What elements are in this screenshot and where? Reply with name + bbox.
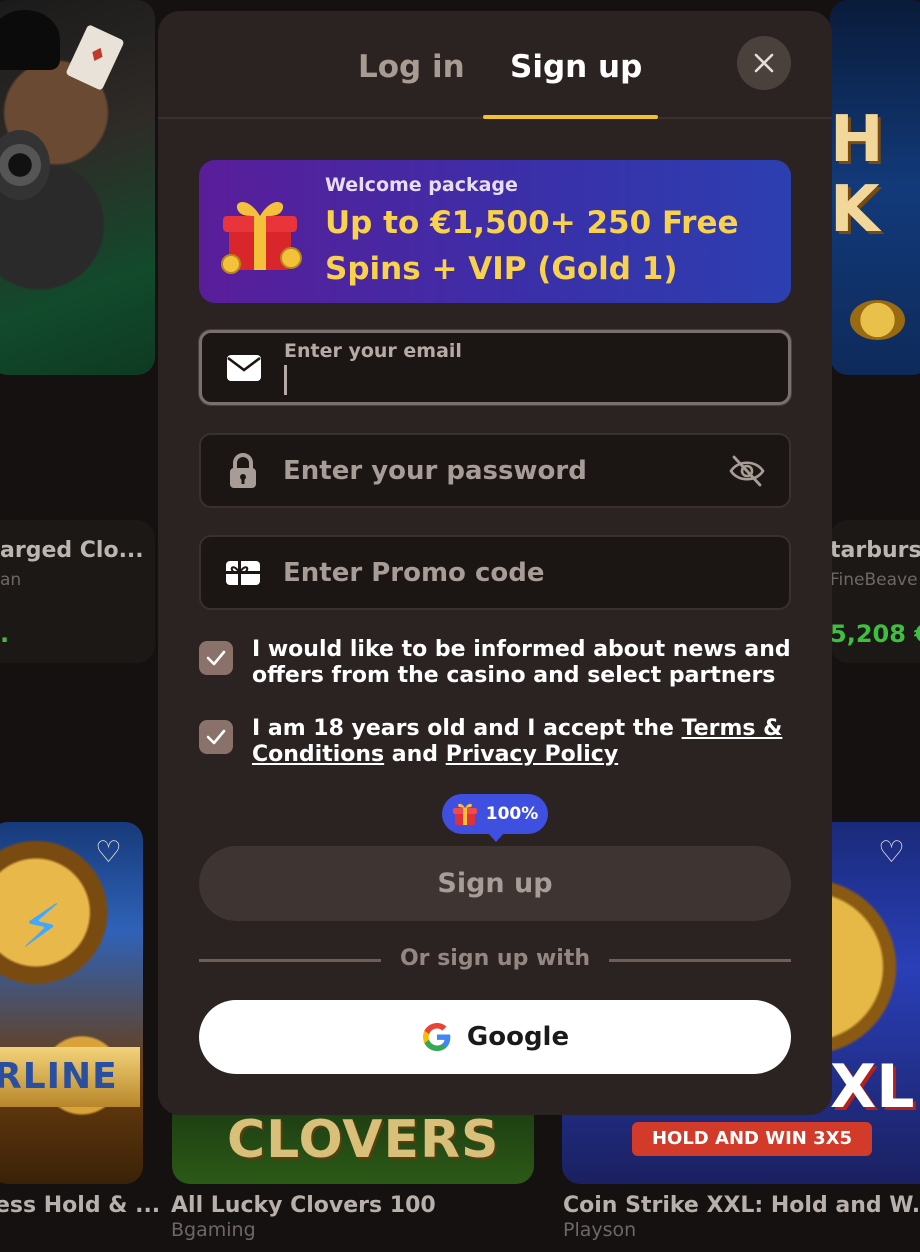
bonus-badge-text: 100%	[485, 804, 539, 824]
text-caret	[284, 365, 287, 395]
game-jackpot: 5,208 €	[830, 620, 920, 648]
welcome-package-banner: Welcome package Up to €1,500+ 250 Free S…	[199, 160, 791, 303]
consent-news-text: I would like to be informed about news a…	[252, 637, 791, 688]
welcome-label: Welcome package	[325, 174, 518, 196]
envelope-icon	[226, 350, 262, 386]
bonus-badge: 100%	[442, 794, 548, 842]
gift-icon	[217, 188, 307, 278]
privacy-link[interactable]: Privacy Policy	[446, 742, 618, 767]
consent-terms-checkbox[interactable]	[199, 720, 233, 754]
tile-title-art: CLOVERS	[227, 1110, 500, 1170]
consent-terms-prefix: I am 18 years old and I accept the	[252, 716, 682, 741]
consent-terms-middle: and	[384, 742, 446, 767]
signup-modal: Log in Sign up Welcome package Up to €1,…	[158, 11, 832, 1115]
lightning-icon: ⚡	[20, 892, 63, 962]
social-divider: Or sign up with	[199, 944, 791, 978]
game-provider: FineBeave	[830, 570, 918, 590]
tile-title-art: XL	[830, 1052, 915, 1122]
divider-line-right	[609, 959, 791, 962]
consent-terms-text: I am 18 years old and I accept the Terms…	[252, 716, 792, 768]
consent-terms-row: I am 18 years old and I accept the Terms…	[199, 716, 791, 772]
email-label: Enter your email	[284, 340, 462, 362]
promo-ticket-icon	[225, 555, 261, 591]
game-tile-lightning[interactable]: ⚡ RLINE	[0, 822, 143, 1184]
playing-card	[65, 24, 125, 91]
heart-icon[interactable]: ♡	[95, 838, 125, 868]
check-icon	[206, 729, 226, 745]
tile-subtitle-art: HOLD AND WIN 3X5	[632, 1122, 872, 1156]
promo-code-field[interactable]: Enter Promo code	[199, 535, 791, 610]
google-signup-label: Google	[466, 1022, 570, 1052]
email-field[interactable]: Enter your email	[199, 330, 791, 405]
eye-off-icon[interactable]	[727, 451, 767, 491]
google-signup-button[interactable]: Google	[199, 1000, 791, 1074]
game-info-card-left[interactable]: arged Clo... an .	[0, 520, 155, 663]
tile-title-art: H K	[830, 103, 884, 247]
tab-login[interactable]: Log in	[358, 49, 465, 85]
game-info-card-right[interactable]: tarburst FineBeave 5,208 €	[830, 520, 920, 663]
promo-placeholder: Enter Promo code	[283, 557, 545, 588]
game-title: tarburst	[830, 538, 920, 563]
close-button[interactable]	[737, 36, 791, 90]
consent-news-checkbox[interactable]	[199, 641, 233, 675]
close-icon	[754, 53, 774, 73]
game-title: arged Clo...	[0, 538, 144, 563]
game-provider: an	[0, 570, 22, 590]
game-name[interactable]: All Lucky Clovers 100	[171, 1193, 436, 1218]
tile-title-art: RLINE	[0, 1047, 140, 1107]
gun-barrel	[0, 130, 50, 200]
heart-icon[interactable]: ♡	[878, 838, 908, 868]
password-field[interactable]: Enter your password	[199, 433, 791, 508]
coin-shape	[850, 300, 905, 340]
signup-submit-label: Sign up	[437, 868, 553, 899]
game-provider: Bgaming	[171, 1219, 256, 1241]
game-tile-right-top[interactable]: H K	[830, 0, 920, 375]
password-placeholder: Enter your password	[283, 455, 587, 486]
auth-tabs: Log in Sign up	[158, 11, 832, 119]
welcome-offer: Up to €1,500+ 250 Free Spins + VIP (Gold…	[325, 205, 739, 287]
lock-icon	[225, 452, 261, 489]
game-jackpot: .	[0, 620, 10, 648]
signup-submit-button[interactable]: Sign up	[199, 846, 791, 921]
game-tile-gangster[interactable]	[0, 0, 155, 375]
game-name[interactable]: Coin Strike XXL: Hold and W...	[563, 1193, 920, 1218]
check-icon	[206, 650, 226, 666]
active-tab-indicator	[483, 115, 658, 119]
tab-signup[interactable]: Sign up	[510, 49, 642, 85]
gift-icon	[452, 803, 477, 825]
consent-news-row: I would like to be informed about news a…	[199, 637, 791, 693]
game-name[interactable]: ess Hold & ...	[0, 1193, 160, 1218]
game-provider: Playson	[563, 1219, 637, 1241]
hat-shape	[0, 10, 60, 70]
google-icon	[422, 1023, 451, 1051]
